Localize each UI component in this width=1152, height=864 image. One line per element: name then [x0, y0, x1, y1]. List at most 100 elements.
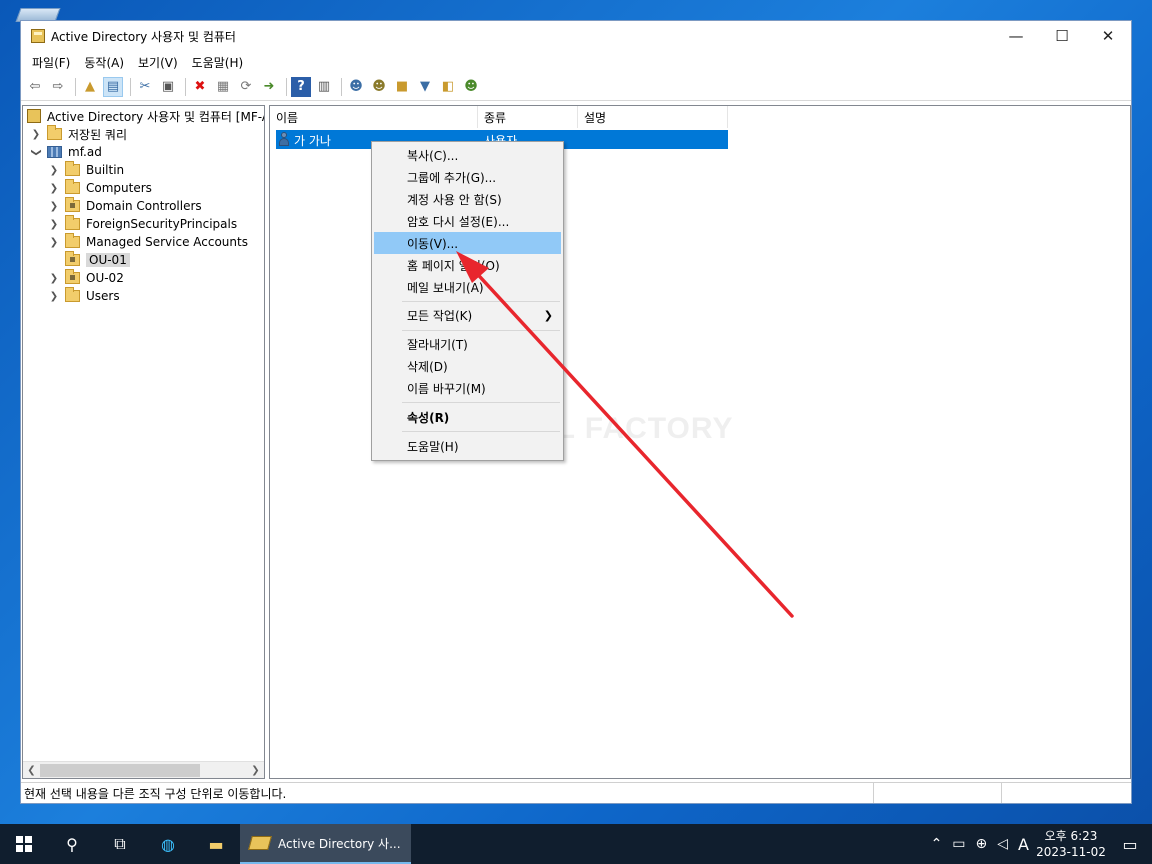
column-header-type[interactable]: 종류 [478, 106, 578, 128]
menu-file[interactable]: 파일(F) [25, 54, 77, 71]
help-icon[interactable]: ? [291, 76, 311, 97]
chevron-right-icon[interactable]: ❯ [47, 291, 61, 302]
aduc-taskbar-icon [248, 836, 272, 850]
submenu-arrow-icon: ❯ [543, 308, 553, 322]
column-header-name[interactable]: 이름 [270, 106, 478, 128]
minimize-button[interactable]: — [993, 21, 1039, 51]
chevron-right-icon[interactable]: ❯ [29, 129, 43, 140]
taskbar-app-aduc[interactable]: Active Directory 사... [240, 824, 411, 864]
toolbar-separator [286, 77, 287, 96]
cut-icon[interactable]: ✂ [135, 77, 155, 97]
tree-item-label-selected: OU-01 [86, 253, 130, 267]
search-icon[interactable]: ⚲ [48, 824, 96, 864]
menu-help[interactable]: 도움말(H) [185, 54, 251, 71]
chevron-down-icon[interactable]: ❯ [31, 145, 42, 159]
menu-item-disable-account[interactable]: 계정 사용 안 함(S) [374, 188, 561, 210]
tree-item-users[interactable]: ❯ Users [47, 287, 120, 305]
chevron-right-icon[interactable]: ❯ [47, 183, 61, 194]
new-group-icon[interactable]: ☻ [369, 77, 389, 97]
tree-item-foreign-security-principals[interactable]: ❯ ForeignSecurityPrincipals [47, 215, 237, 233]
tree-root[interactable]: Active Directory 사용자 및 컴퓨터 [MF-A [27, 107, 265, 125]
menu-item-properties[interactable]: 속성(R) [374, 406, 561, 428]
delete-icon[interactable]: ✖ [190, 77, 210, 97]
column-header-description[interactable]: 설명 [578, 106, 728, 128]
system-tray: ⌃ ▭ ⊕ ◁ A 오후 6:23 2023-11-02 ▭ [926, 824, 1152, 864]
chevron-right-icon[interactable]: ❯ [47, 273, 61, 284]
menu-item-all-tasks[interactable]: 모든 작업(K) ❯ [374, 304, 561, 326]
scroll-thumb[interactable] [40, 764, 200, 777]
menu-item-cut[interactable]: 잘라내기(T) [374, 333, 561, 355]
chevron-right-icon[interactable]: ❯ [47, 165, 61, 176]
row-name[interactable]: 가 가나 [294, 132, 331, 149]
tree-item-ou-01[interactable]: OU-01 [47, 251, 130, 269]
export-icon[interactable]: ➜ [259, 77, 279, 97]
tree-item-ou-02[interactable]: ❯ OU-02 [47, 269, 124, 287]
maximize-button[interactable]: ☐ [1039, 21, 1085, 51]
chevron-right-icon[interactable]: ❯ [47, 237, 61, 248]
menu-action[interactable]: 동작(A) [77, 54, 131, 71]
forward-icon[interactable]: ⇨ [48, 77, 68, 97]
domain-icon [47, 146, 62, 158]
folder-icon [65, 287, 80, 302]
tree-item-domain[interactable]: ❯ mf.ad [29, 143, 102, 161]
start-button[interactable] [0, 824, 48, 864]
copy-icon[interactable]: ▣ [158, 77, 178, 97]
back-icon[interactable]: ⇦ [25, 77, 45, 97]
chevron-right-icon[interactable]: ❯ [47, 201, 61, 212]
menu-separator [402, 330, 560, 331]
task-view-icon[interactable]: ⧉ [96, 824, 144, 864]
tree-item-managed-service-accounts[interactable]: ❯ Managed Service Accounts [47, 233, 248, 251]
tree-item-domain-controllers[interactable]: ❯ Domain Controllers [47, 197, 202, 215]
scroll-right-icon[interactable]: ❯ [247, 765, 264, 776]
menu-separator [402, 402, 560, 403]
up-folder-icon[interactable]: ▲ [80, 77, 100, 97]
menu-item-add-to-group[interactable]: 그룹에 추가(G)... [374, 166, 561, 188]
menu-view[interactable]: 보기(V) [131, 54, 185, 71]
edge-icon[interactable]: ◍ [144, 824, 192, 864]
tree-item-label: Builtin [86, 163, 125, 177]
tree-item-builtin[interactable]: ❯ Builtin [47, 161, 124, 179]
tree-item-computers[interactable]: ❯ Computers [47, 179, 152, 197]
menu-item-rename[interactable]: 이름 바꾸기(M) [374, 377, 561, 399]
title-bar: Active Directory 사용자 및 컴퓨터 — ☐ ✕ [21, 21, 1131, 51]
window-title: Active Directory 사용자 및 컴퓨터 [51, 29, 236, 44]
menu-item-send-mail[interactable]: 메일 보내기(A) [374, 276, 561, 298]
find-icon[interactable]: ◧ [438, 77, 458, 97]
new-ou-icon[interactable]: ■ [392, 77, 412, 97]
chevron-up-icon[interactable]: ⌃ [926, 836, 948, 852]
console-icon[interactable]: ▥ [314, 77, 334, 97]
menu-item-move[interactable]: 이동(V)... [374, 232, 561, 254]
properties-icon[interactable]: ▦ [213, 77, 233, 97]
aduc-window: Active Directory 사용자 및 컴퓨터 — ☐ ✕ 파일(F) 동… [20, 20, 1132, 804]
toolbar-separator [185, 77, 186, 96]
chevron-right-icon[interactable]: ❯ [47, 219, 61, 230]
volume-muted-icon[interactable]: ◁ [992, 836, 1013, 852]
toolbar-separator [75, 77, 76, 96]
clock[interactable]: 오후 6:23 2023-11-02 [1034, 828, 1108, 860]
notification-icon[interactable]: ▭ [1108, 835, 1152, 854]
refresh-icon[interactable]: ⟳ [236, 77, 256, 97]
aduc-app-icon [31, 29, 45, 43]
add-to-group-icon[interactable]: ☻ [461, 77, 481, 97]
file-explorer-icon[interactable]: ▬ [192, 824, 240, 864]
context-menu: 복사(C)... 그룹에 추가(G)... 계정 사용 안 함(S) 암호 다시… [371, 141, 564, 461]
menu-item-reset-password[interactable]: 암호 다시 설정(E)... [374, 210, 561, 232]
folder-icon [65, 161, 80, 176]
filter-icon[interactable]: ▼ [415, 77, 435, 97]
menu-item-help[interactable]: 도움말(H) [374, 435, 561, 457]
tree-item-saved-queries[interactable]: ❯ 저장된 쿼리 [29, 125, 127, 143]
tree-item-label: mf.ad [68, 145, 102, 159]
ime-indicator[interactable]: A [1013, 835, 1034, 854]
menu-item-copy[interactable]: 복사(C)... [374, 144, 561, 166]
menu-item-delete[interactable]: 삭제(D) [374, 355, 561, 377]
close-button[interactable]: ✕ [1085, 21, 1131, 51]
show-hide-tree-icon[interactable]: ▤ [103, 76, 123, 97]
battery-icon[interactable]: ▭ [947, 836, 970, 852]
menu-item-open-home-page[interactable]: 홈 페이지 열기(O) [374, 254, 561, 276]
status-bar: 현재 선택 내용을 다른 조직 구성 단위로 이동합니다. [21, 782, 1131, 803]
new-user-icon[interactable]: ☻ [346, 77, 366, 97]
tree-horizontal-scrollbar[interactable]: ❮ ❯ [23, 761, 264, 778]
network-icon[interactable]: ⊕ [971, 836, 993, 852]
scroll-left-icon[interactable]: ❮ [23, 765, 40, 776]
tree-root-label: Active Directory 사용자 및 컴퓨터 [MF-A [47, 109, 265, 124]
